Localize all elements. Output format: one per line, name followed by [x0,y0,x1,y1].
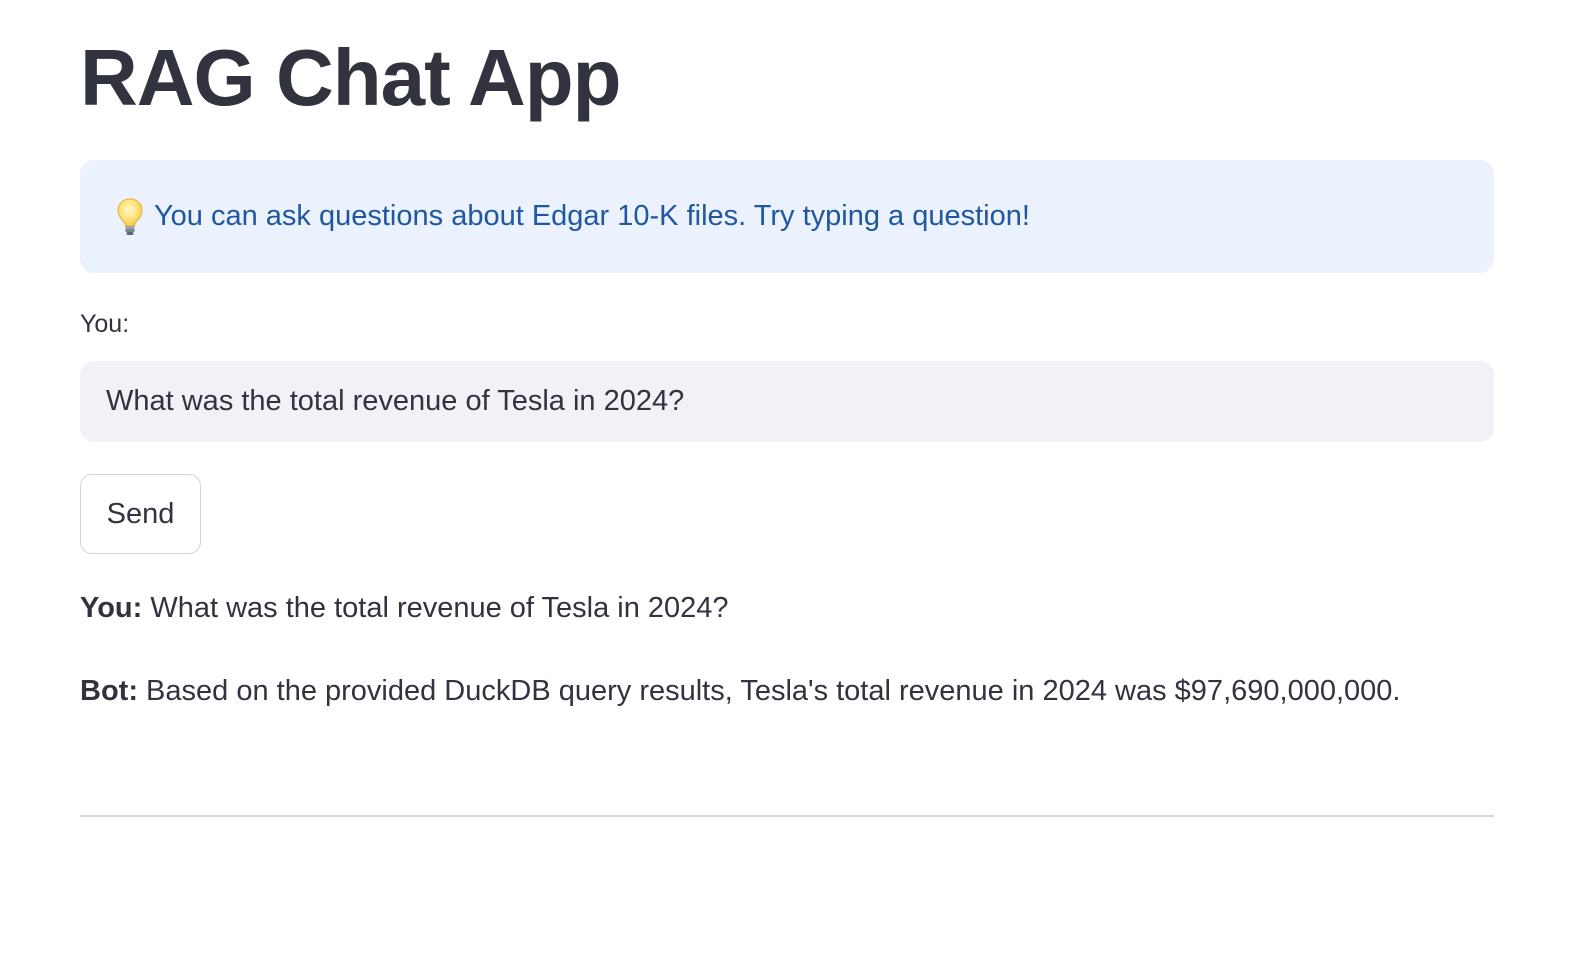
info-text: You can ask questions about Edgar 10-K f… [154,200,1030,232]
chat-message-user: You: What was the total revenue of Tesla… [80,592,729,625]
page-title: RAG Chat App [80,33,622,122]
message-speaker: You: [80,592,143,624]
send-button[interactable]: Send [80,474,201,554]
chat-input[interactable] [80,361,1494,442]
message-speaker: Bot: [80,675,138,707]
divider [80,815,1494,817]
chat-input-label: You: [80,310,130,338]
lightbulb-icon [116,197,144,237]
message-text: What was the total revenue of Tesla in 2… [142,592,729,624]
message-text: Based on the provided DuckDB query resul… [137,675,1401,707]
page: RAG Chat App You can ask questions about… [0,0,1594,954]
info-banner: You can ask questions about Edgar 10-K f… [80,160,1494,273]
chat-message-bot: Bot: Based on the provided DuckDB query … [80,675,1400,708]
